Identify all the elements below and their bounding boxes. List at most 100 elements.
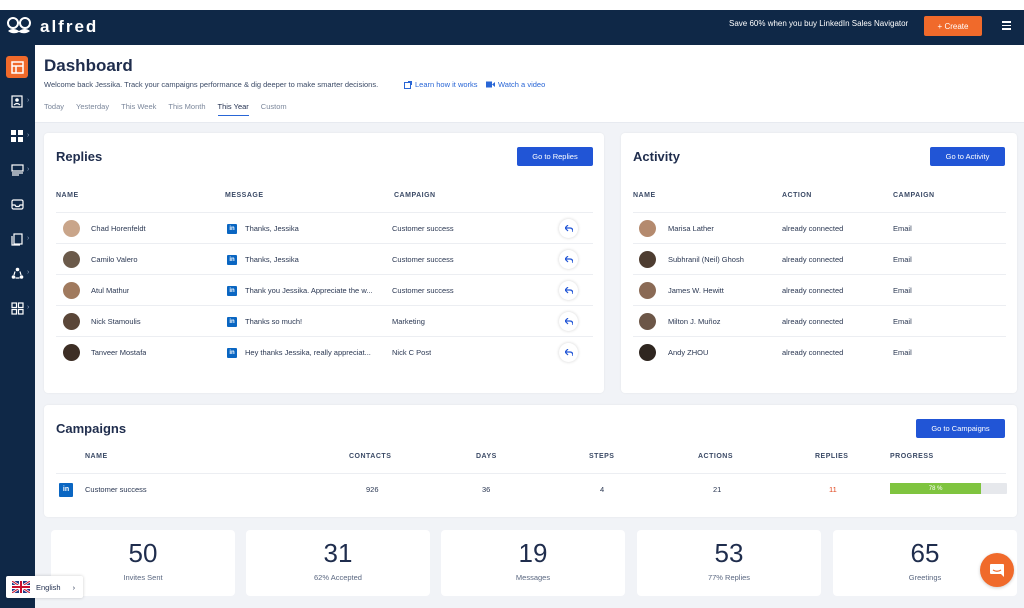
contact-name[interactable]: James W. Hewitt [668, 275, 724, 306]
tab-this-month[interactable]: This Month [168, 102, 205, 116]
action-text: already connected [782, 224, 844, 233]
contact-name[interactable]: Chad Horenfeldt [91, 213, 146, 244]
go-to-activity-button[interactable]: Go to Activity [930, 147, 1005, 166]
table-row[interactable]: Camilo Valero in Thanks, Jessika Custome… [56, 243, 593, 274]
chevron-right-icon: › [27, 304, 30, 311]
contact-name[interactable]: Subhranil (Neil) Ghosh [668, 244, 744, 275]
logo[interactable]: alfred [6, 15, 98, 39]
contact-name[interactable]: Tanveer Mostafa [91, 337, 146, 368]
tab-yesterday[interactable]: Yesterday [76, 102, 109, 116]
avatar[interactable] [639, 220, 656, 237]
reply-button[interactable] [559, 312, 578, 331]
inbox-icon [10, 198, 24, 210]
progress-bar: 78 % [890, 483, 1007, 494]
table-row[interactable]: Atul Mathur in Thank you Jessika. Apprec… [56, 274, 593, 305]
replies-card: Replies Go to Replies NAME MESSAGE CAMPA… [44, 133, 604, 393]
tab-this-week[interactable]: This Week [121, 102, 156, 116]
campaign-name[interactable]: Customer success [392, 213, 454, 244]
campaign-name[interactable]: Customer success [392, 275, 454, 306]
contact-name[interactable]: Nick Stamoulis [91, 306, 141, 337]
documents-icon [11, 232, 23, 246]
campaign-days: 36 [482, 485, 491, 494]
campaign-name[interactable]: Customer success [392, 244, 454, 275]
column-header-name: NAME [56, 192, 79, 199]
linkedin-icon: in [227, 285, 237, 296]
top-bar: alfred Save 60% when you buy LinkedIn Sa… [0, 10, 1024, 45]
action-text: already connected [782, 255, 844, 264]
avatar[interactable] [63, 251, 80, 268]
sidebar-item-dashboard[interactable] [6, 56, 28, 78]
activity-card: Activity Go to Activity NAME ACTION CAMP… [621, 133, 1017, 393]
contact-name[interactable]: Marisa Lather [668, 213, 714, 244]
table-row[interactable]: Andy ZHOU already connected Email [633, 336, 1006, 367]
contact-name[interactable]: Camilo Valero [91, 244, 138, 275]
table-row[interactable]: James W. Hewitt already connected Email [633, 274, 1006, 305]
campaign-name[interactable]: Marketing [392, 306, 425, 337]
avatar[interactable] [639, 282, 656, 299]
column-header-message: MESSAGE [225, 192, 264, 199]
table-row[interactable]: Chad Horenfeldt in Thanks, Jessika Custo… [56, 212, 593, 243]
campaign-name[interactable]: Nick C Post [392, 337, 431, 368]
campaign-name[interactable]: Email [893, 213, 912, 244]
campaign-name[interactable]: Email [893, 244, 912, 275]
chat-bubble-icon [990, 563, 1004, 577]
avatar[interactable] [63, 344, 80, 361]
table-row[interactable]: Nick Stamoulis in Thanks so much! Market… [56, 305, 593, 336]
contact-name[interactable]: Andy ZHOU [668, 337, 708, 368]
watch-video-link[interactable]: Watch a video [486, 80, 545, 89]
sidebar-item-campaigns[interactable] [6, 125, 28, 147]
table-row[interactable]: Subhranil (Neil) Ghosh already connected… [633, 243, 1006, 274]
learn-how-link[interactable]: Learn how it works [404, 80, 478, 89]
watch-video-label[interactable]: Watch a video [498, 80, 545, 89]
campaign-name[interactable]: Email [893, 306, 912, 337]
avatar[interactable] [63, 313, 80, 330]
templates-icon [10, 164, 24, 176]
promo-text[interactable]: Save 60% when you buy LinkedIn Sales Nav… [729, 19, 908, 28]
integrations-icon [11, 267, 23, 279]
contact-name[interactable]: Atul Mathur [91, 275, 129, 306]
table-row[interactable]: Marisa Lather already connected Email [633, 212, 1006, 243]
sidebar-item-apps[interactable] [6, 297, 28, 319]
tab-custom[interactable]: Custom [261, 102, 287, 116]
message-text: Thanks so much! [245, 317, 303, 326]
avatar[interactable] [639, 251, 656, 268]
sidebar-item-integrations[interactable] [6, 262, 28, 284]
contact-name[interactable]: Milton J. Muñoz [668, 306, 721, 337]
table-row[interactable]: Tanveer Mostafa in Hey thanks Jessika, r… [56, 336, 593, 367]
language-label: English [36, 582, 61, 592]
reply-button[interactable] [559, 281, 578, 300]
stat-replies: 53 77% Replies [637, 530, 821, 596]
tab-today[interactable]: Today [44, 102, 64, 116]
learn-how-label[interactable]: Learn how it works [415, 80, 478, 89]
go-to-replies-button[interactable]: Go to Replies [517, 147, 593, 166]
go-to-campaigns-button[interactable]: Go to Campaigns [916, 419, 1005, 438]
avatar[interactable] [639, 313, 656, 330]
reply-button[interactable] [559, 250, 578, 269]
avatar[interactable] [63, 220, 80, 237]
progress-fill: 78 % [890, 483, 982, 494]
campaign-name[interactable]: Email [893, 275, 912, 306]
tab-this-year[interactable]: This Year [217, 102, 249, 116]
avatar[interactable] [639, 344, 656, 361]
avatar[interactable] [63, 282, 80, 299]
mustache-logo-icon [7, 17, 31, 34]
language-selector[interactable]: English › [6, 576, 83, 598]
reply-button[interactable] [559, 343, 578, 362]
hamburger-menu-icon[interactable] [1002, 21, 1011, 30]
sidebar-item-inbox[interactable] [6, 193, 28, 215]
sidebar-item-contacts[interactable] [6, 90, 28, 112]
welcome-text: Welcome back Jessika. Track your campaig… [44, 80, 379, 89]
sidebar-item-templates[interactable] [6, 159, 28, 181]
sidebar-item-documents[interactable] [6, 228, 28, 250]
create-button[interactable]: + Create [924, 16, 982, 36]
reply-arrow-icon [564, 349, 573, 356]
campaign-name[interactable]: Customer success [85, 474, 147, 505]
table-row[interactable]: Milton J. Muñoz already connected Email [633, 305, 1006, 336]
campaign-name[interactable]: Email [893, 337, 912, 368]
linkedin-icon: in [227, 347, 237, 358]
chat-launcher-button[interactable] [980, 553, 1014, 587]
campaign-row[interactable]: in Customer success 926 36 4 21 11 [56, 473, 1006, 504]
date-range-tabs: Today Yesterday This Week This Month Thi… [44, 102, 287, 116]
reply-button[interactable] [559, 219, 578, 238]
column-header-campaign: CAMPAIGN [893, 192, 935, 199]
